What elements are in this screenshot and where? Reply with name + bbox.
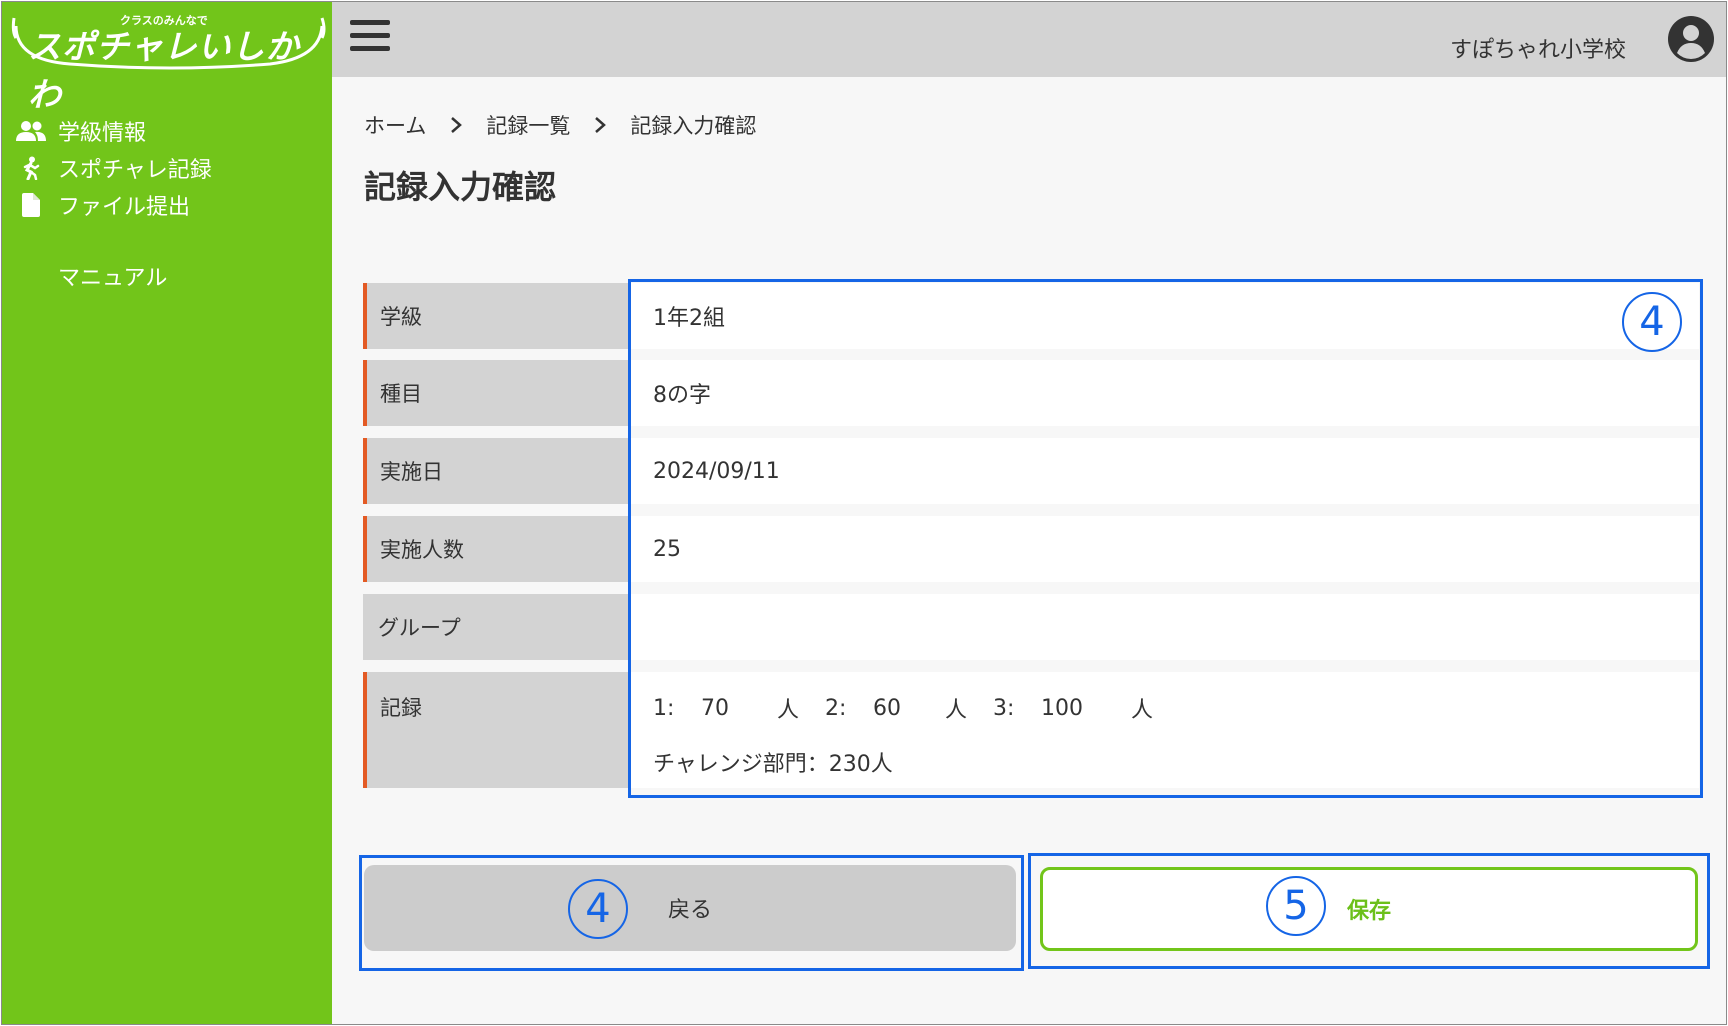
sidebar-item-records[interactable]: スポチャレ記録 [16,149,212,186]
sidebar-item-class-info[interactable]: 学級情報 [16,112,212,149]
row-label: 学級 [363,283,629,349]
sidebar-item-label: ファイル提出 [58,194,191,220]
sidebar-item-label: 学級情報 [58,120,147,146]
breadcrumb-current: 記録入力確認 [630,114,757,138]
running-icon [16,155,46,181]
sidebar: クラスのみんなで スポチャレいしかわ 学級情報 スポチャレ記録 ファイル提出 マ… [2,2,332,1024]
sidebar-item-label: スポチャレ記録 [58,157,212,183]
file-icon [16,192,46,218]
row-label: 実施人数 [363,516,629,582]
school-name: すぽちゃれ小学校 [1449,38,1626,63]
app-frame: クラスのみんなで スポチャレいしかわ 学級情報 スポチャレ記録 ファイル提出 マ… [1,1,1727,1025]
row-label: グループ [363,594,629,660]
logo-title: スポチャレいしかわ [28,27,300,114]
row-label: 実施日 [363,438,629,504]
annotation-number-badge: 5 [1266,876,1326,936]
breadcrumb-home[interactable]: ホーム [364,110,426,140]
users-icon [16,118,46,144]
top-header: すぽちゃれ小学校 [332,2,1726,77]
sidebar-item-manual[interactable]: マニュアル [58,260,167,292]
row-label: 種目 [363,360,629,426]
annotation-number-badge: 4 [568,879,628,939]
app-logo[interactable]: クラスのみんなで スポチャレいしかわ [10,8,326,114]
save-button-label: 保存 [1346,899,1391,924]
chevron-right-icon [595,117,607,133]
breadcrumb-record-list[interactable]: 記録一覧 [486,110,570,140]
hamburger-icon[interactable] [350,20,390,56]
sidebar-item-file-submit[interactable]: ファイル提出 [16,186,212,223]
sidebar-nav: 学級情報 スポチャレ記録 ファイル提出 [16,112,212,223]
back-button-label: 戻る [667,898,712,923]
save-button[interactable]: 保存 [1040,867,1698,951]
annotation-number-badge: 4 [1622,292,1682,352]
back-button[interactable]: 戻る [364,865,1016,951]
row-label: 記録 [363,672,629,788]
breadcrumb: ホーム 記録一覧 記録入力確認 [364,110,756,140]
user-avatar-icon[interactable] [1668,16,1714,62]
annotation-box-table [628,279,1703,798]
chevron-right-icon [451,117,463,133]
page-title: 記録入力確認 [364,168,557,206]
